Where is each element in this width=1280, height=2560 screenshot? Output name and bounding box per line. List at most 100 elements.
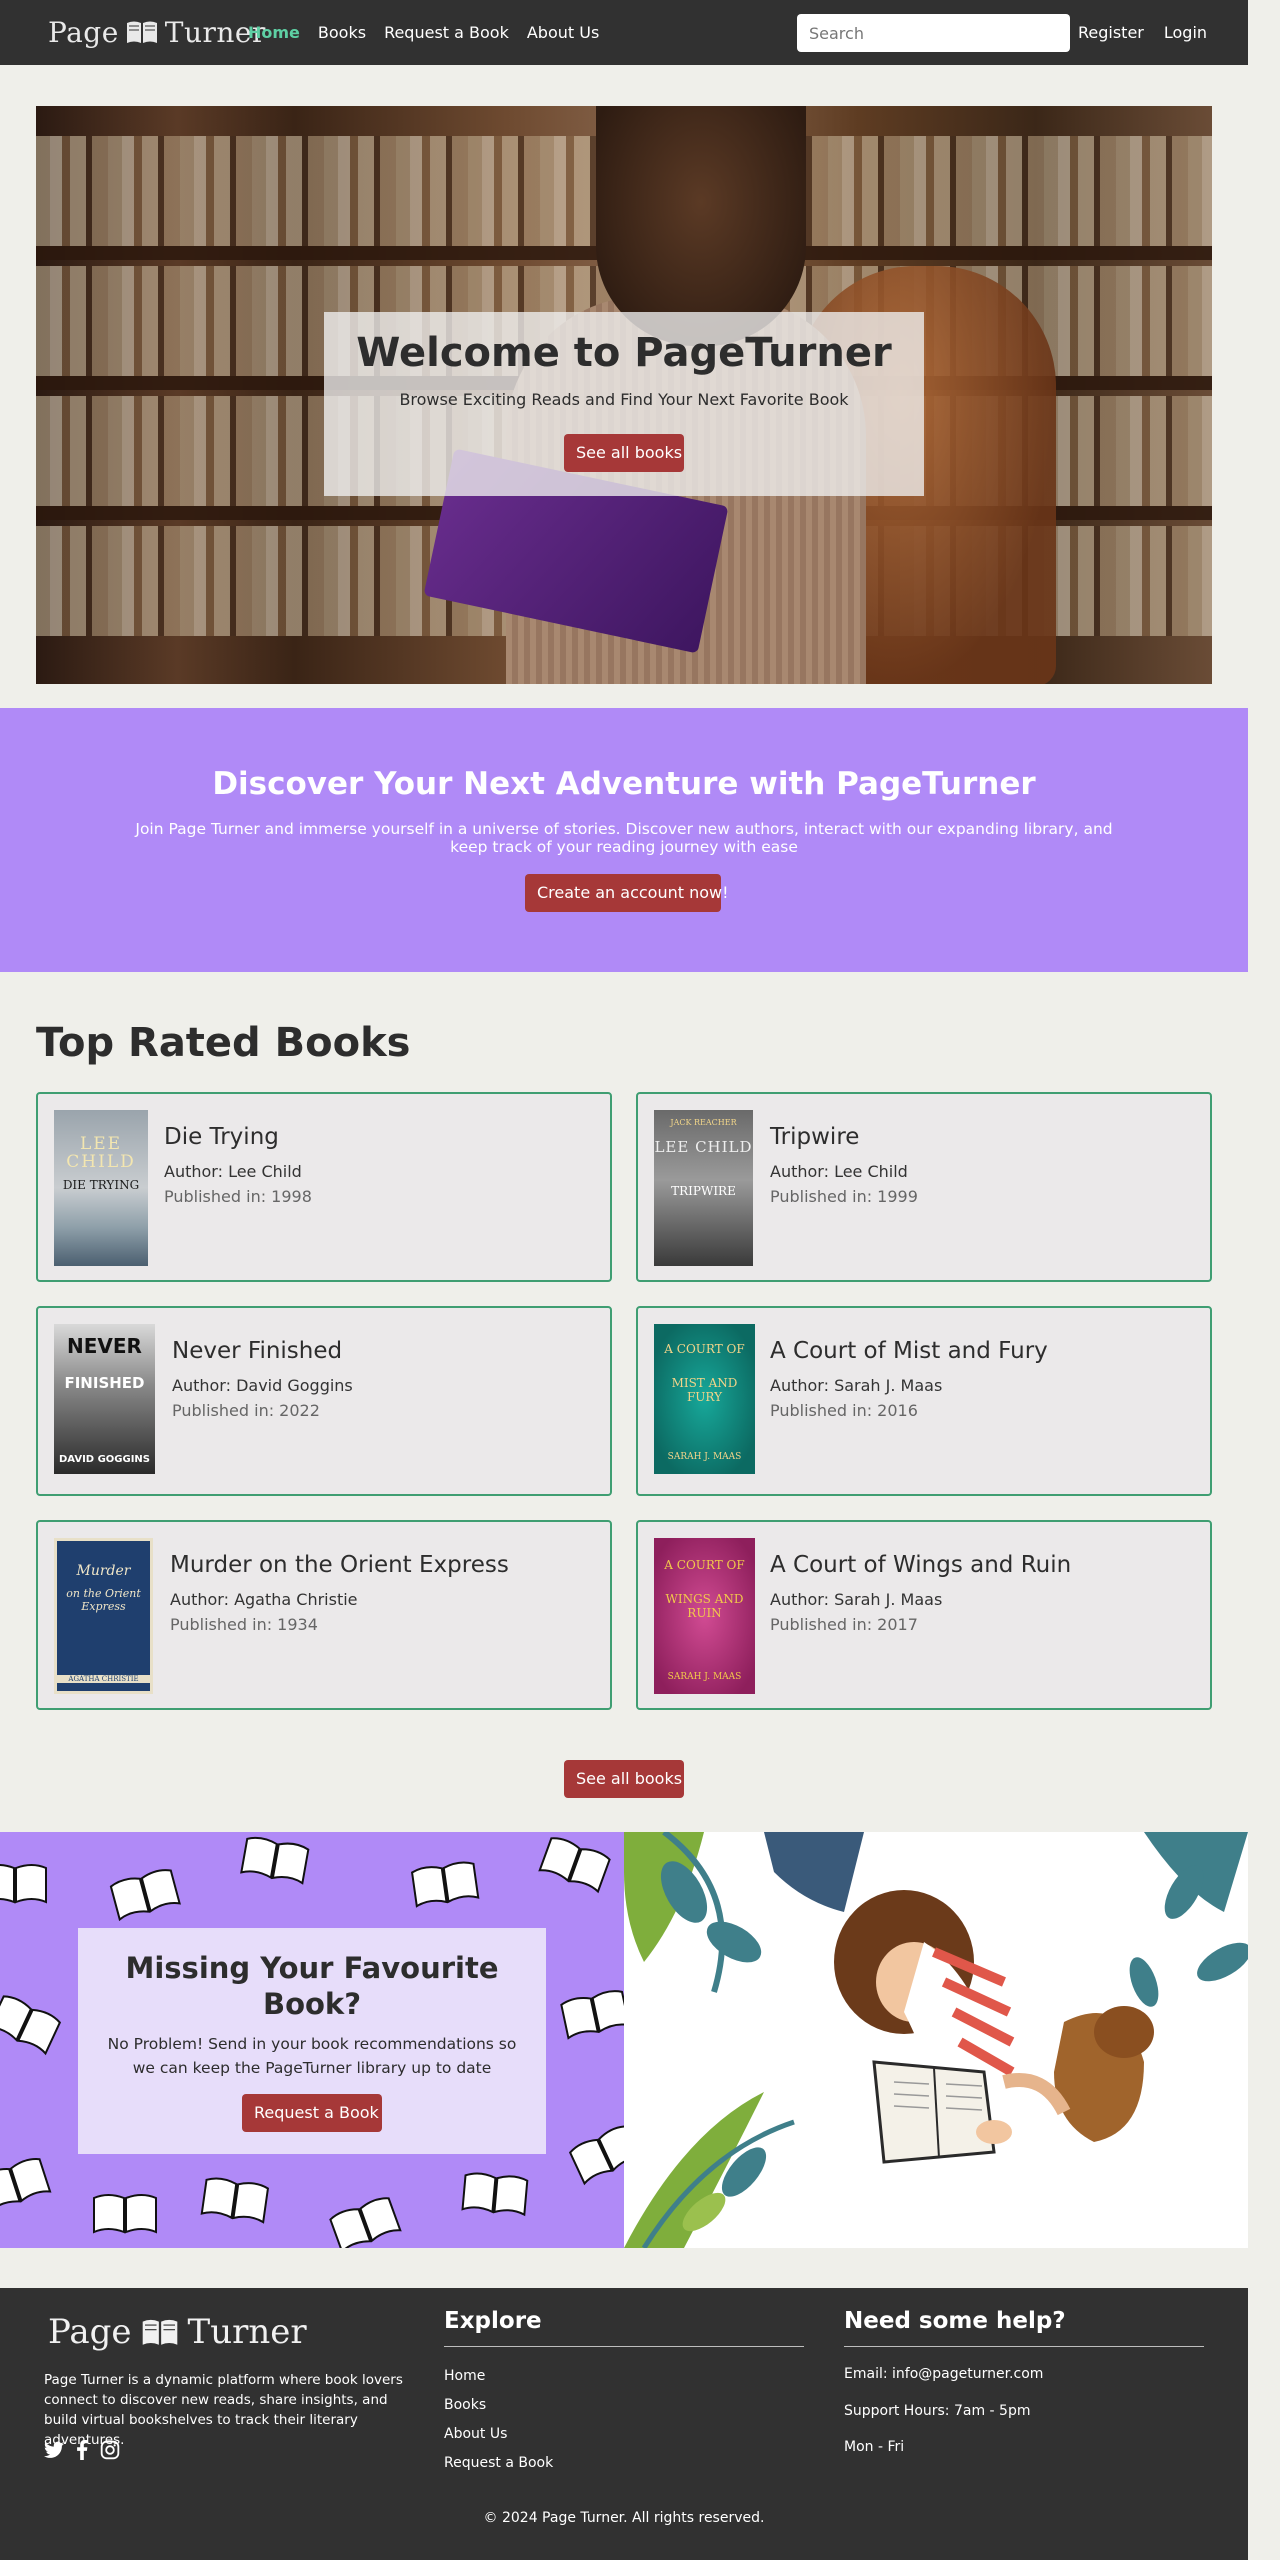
nav-link-request-a-book[interactable]: Request a Book — [384, 23, 509, 42]
book-cover: JACK REACHER LEE CHILD TRIPWIRE — [654, 1110, 753, 1266]
cover-author-text: LEE CHILD — [654, 1138, 753, 1156]
hero-card: Welcome to PageTurner Browse Exciting Re… — [324, 312, 924, 496]
book-cover: A COURT OF WINGS AND RUIN SARAH J. MAAS — [654, 1538, 755, 1694]
book-author: Author: Sarah J. Maas — [770, 1376, 943, 1395]
book-cover: NEVER FINISHED DAVID GOGGINS — [54, 1324, 155, 1474]
cover-title-text: on the Orient Express — [66, 1587, 141, 1613]
cover-author-text: AGATHA CHRISTIE — [57, 1675, 150, 1683]
explore-title: Explore — [444, 2308, 542, 2334]
cover-title-text: A COURT OF — [664, 1558, 745, 1572]
open-book-pattern-icon — [410, 1861, 480, 1908]
open-book-logo-icon — [142, 2319, 177, 2345]
brand-word-left: Page — [48, 15, 119, 49]
request-book-title: Missing Your Favourite Book? — [125, 1951, 499, 2021]
book-author: Author: Lee Child — [770, 1162, 908, 1181]
search-input[interactable] — [797, 14, 1070, 52]
discover-banner: Discover Your Next Adventure with PageTu… — [0, 708, 1248, 972]
book-title[interactable]: Never Finished — [172, 1338, 342, 1364]
help-hours: Support Hours: 7am - 5pm — [844, 2403, 1031, 2419]
book-title[interactable]: Murder on the Orient Express — [170, 1552, 509, 1578]
book-published: Published in: 1934 — [170, 1615, 318, 1634]
nav-link-books[interactable]: Books — [318, 23, 366, 42]
copyright-text: © 2024 Page Turner. All rights reserved. — [483, 2510, 765, 2526]
book-card-die-trying[interactable]: LEE CHILD DIE TRYING Die Trying Author: … — [36, 1092, 612, 1282]
book-published: Published in: 2017 — [770, 1615, 918, 1634]
cover-author-text: LEE — [79, 1134, 123, 1154]
open-book-pattern-icon — [0, 1864, 47, 1904]
book-published: Published in: 2022 — [172, 1401, 320, 1420]
footer-brand-word-right: Turner — [187, 2312, 307, 2352]
open-book-logo-icon — [126, 21, 157, 43]
navbar: Page Turner Home Books Request a Book Ab… — [0, 0, 1248, 65]
book-published: Published in: 1998 — [164, 1187, 312, 1206]
footer: Page Turner Page Turner is a dynamic pla… — [0, 2288, 1248, 2560]
book-published: Published in: 2016 — [770, 1401, 918, 1420]
footer-brand-word-left: Page — [48, 2312, 132, 2352]
instagram-icon[interactable] — [100, 2440, 120, 2460]
footer-link-books[interactable]: Books — [444, 2397, 486, 2413]
footer-link-about-us[interactable]: About Us — [444, 2426, 507, 2442]
book-published: Published in: 1999 — [770, 1187, 918, 1206]
register-link[interactable]: Register — [1078, 23, 1144, 42]
nav-link-home[interactable]: Home — [248, 23, 300, 42]
cover-series-text: JACK REACHER — [670, 1118, 737, 1127]
open-book-pattern-icon — [240, 1836, 310, 1885]
book-cover: Murder on the Orient Express AGATHA CHRI… — [54, 1538, 153, 1694]
login-link[interactable]: Login — [1164, 23, 1207, 42]
open-book-pattern-icon — [93, 2194, 157, 2234]
facebook-icon[interactable] — [76, 2440, 88, 2460]
reader-illustration — [624, 1832, 1248, 2248]
request-a-book-button[interactable]: Request a Book — [242, 2094, 382, 2132]
footer-brand-logo[interactable]: Page Turner — [48, 2312, 307, 2352]
hero-subtitle: Browse Exciting Reads and Find Your Next… — [399, 390, 849, 409]
help-title: Need some help? — [844, 2308, 1066, 2334]
open-book-pattern-icon — [568, 2125, 624, 2186]
cover-title-text: A COURT OF — [664, 1342, 745, 1356]
book-card-murder-on-the-orient-express[interactable]: Murder on the Orient Express AGATHA CHRI… — [36, 1520, 612, 1710]
help-divider — [844, 2346, 1204, 2347]
footer-about-text: Page Turner is a dynamic platform where … — [44, 2372, 403, 2448]
open-book-pattern-icon — [329, 2197, 402, 2248]
hero-reader-head — [596, 106, 806, 346]
book-card-court-of-wings-and-ruin[interactable]: A COURT OF WINGS AND RUIN SARAH J. MAAS … — [636, 1520, 1212, 1710]
book-title[interactable]: A Court of Mist and Fury — [770, 1338, 1048, 1364]
book-card-court-of-mist-and-fury[interactable]: A COURT OF MIST AND FURY SARAH J. MAAS A… — [636, 1306, 1212, 1496]
nav-links: Home Books Request a Book About Us — [248, 0, 599, 65]
open-book-pattern-icon — [0, 1995, 62, 2056]
cover-author-text: CHILD — [66, 1152, 136, 1172]
cover-title-text: WINGS AND RUIN — [665, 1592, 744, 1620]
request-book-text: No Problem! Send in your book recommenda… — [107, 2035, 517, 2077]
cover-author-text: SARAH J. MAAS — [667, 1452, 742, 1462]
book-cover: LEE CHILD DIE TRYING — [54, 1110, 148, 1266]
create-account-button[interactable]: Create an account now! — [525, 874, 729, 912]
cover-title-text: TRIPWIRE — [671, 1184, 736, 1198]
request-book-card: Missing Your Favourite Book? No Problem!… — [78, 1928, 546, 2154]
see-all-books-button[interactable]: See all books — [564, 434, 684, 472]
top-rated-title: Top Rated Books — [36, 1020, 411, 1066]
book-card-never-finished[interactable]: NEVER FINISHED DAVID GOGGINS Never Finis… — [36, 1306, 612, 1496]
discover-title: Discover Your Next Adventure with PageTu… — [212, 766, 1036, 802]
see-all-books-button-secondary[interactable]: See all books — [564, 1760, 684, 1798]
open-book-pattern-icon — [109, 1869, 181, 1922]
cover-title-text: FINISHED — [64, 1374, 145, 1392]
twitter-icon[interactable] — [44, 2441, 64, 2459]
brand-logo[interactable]: Page Turner — [48, 14, 266, 50]
help-days: Mon - Fri — [844, 2439, 905, 2455]
hero-banner: Welcome to PageTurner Browse Exciting Re… — [36, 106, 1212, 684]
cover-title-text: MIST AND FURY — [671, 1376, 738, 1404]
cover-title-text: NEVER — [67, 1334, 142, 1358]
cover-author-text: DAVID GOGGINS — [58, 1454, 151, 1465]
book-card-tripwire[interactable]: JACK REACHER LEE CHILD TRIPWIRE Tripwire… — [636, 1092, 1212, 1282]
girl-reading-illustration — [624, 1832, 1248, 2248]
footer-link-home[interactable]: Home — [444, 2368, 485, 2384]
open-book-pattern-icon — [560, 1990, 624, 2040]
explore-divider — [444, 2346, 804, 2347]
book-author: Author: Agatha Christie — [170, 1590, 358, 1609]
book-title[interactable]: Die Trying — [164, 1124, 279, 1150]
book-title[interactable]: Tripwire — [770, 1124, 859, 1150]
book-title[interactable]: A Court of Wings and Ruin — [770, 1552, 1071, 1578]
nav-link-about-us[interactable]: About Us — [527, 23, 599, 42]
footer-link-request-a-book[interactable]: Request a Book — [444, 2455, 553, 2471]
book-cover: A COURT OF MIST AND FURY SARAH J. MAAS — [654, 1324, 755, 1474]
cover-title-text: Murder — [76, 1563, 131, 1579]
